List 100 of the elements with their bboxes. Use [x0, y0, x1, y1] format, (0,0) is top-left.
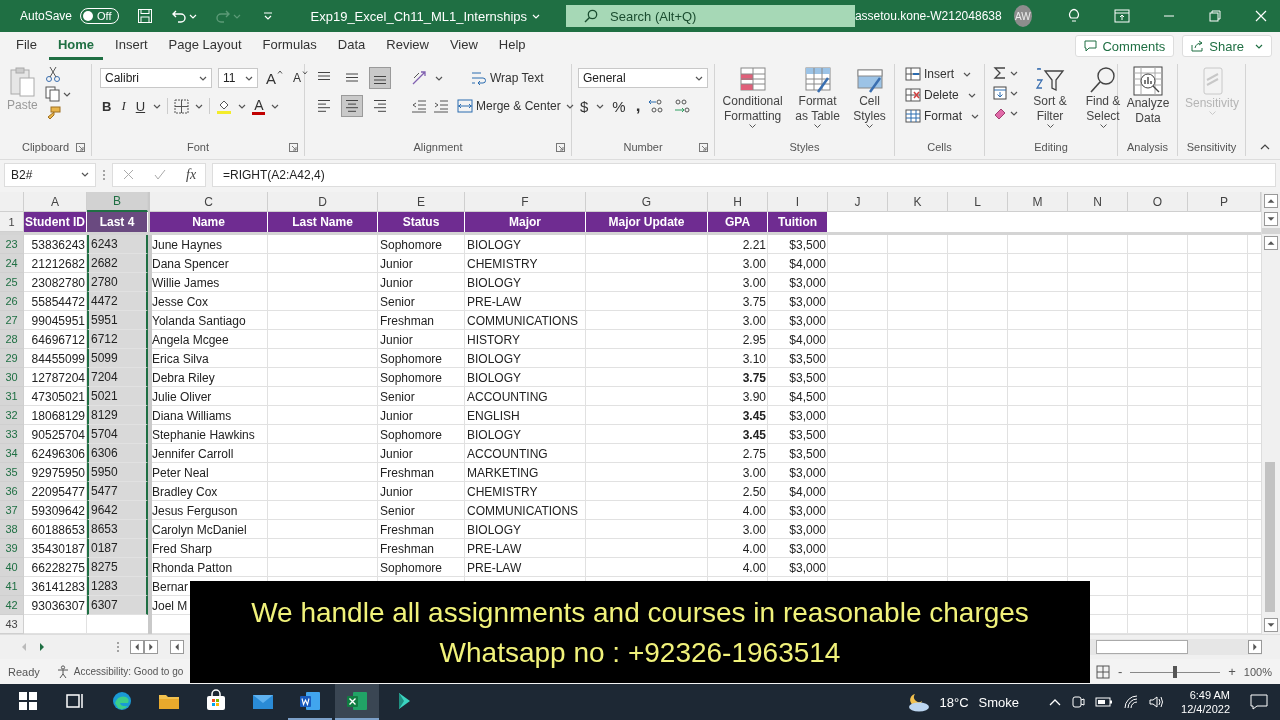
battery-icon[interactable]	[1095, 697, 1114, 707]
accessibility-status[interactable]: Accessibility: Good to go	[73, 666, 184, 677]
merge-center-button[interactable]: Merge & Center	[455, 96, 576, 116]
column-header[interactable]: A	[24, 192, 87, 212]
vertical-scrollbar[interactable]	[1261, 192, 1280, 634]
copy-icon[interactable]	[44, 86, 61, 102]
scroll-right-icon[interactable]	[1248, 640, 1262, 654]
row-header[interactable]: 1	[0, 212, 24, 232]
menu-tab[interactable]: Page Layout	[159, 32, 251, 60]
lightbulb-icon[interactable]	[1066, 8, 1082, 24]
row-header[interactable]: 39	[0, 539, 24, 558]
percent-button[interactable]: %	[610, 97, 628, 115]
accessibility-icon[interactable]	[55, 664, 70, 679]
align-center-button[interactable]	[341, 95, 363, 117]
zoom-thumb[interactable]	[1173, 665, 1178, 678]
column-header[interactable]: L	[948, 192, 1008, 212]
menu-tab[interactable]: Data	[328, 32, 375, 60]
wifi-icon[interactable]	[1123, 695, 1140, 709]
underline-button[interactable]: U	[133, 98, 148, 114]
share-button[interactable]: Share	[1182, 35, 1272, 57]
column-header[interactable]: C	[150, 192, 268, 212]
menu-tab[interactable]: Help	[489, 32, 535, 60]
scroll-right-icon[interactable]	[144, 640, 158, 654]
excel-app-button[interactable]	[335, 684, 379, 720]
scroll-left-icon[interactable]	[130, 640, 144, 654]
row-header[interactable]: 27	[0, 311, 24, 330]
caret-icon[interactable]	[435, 75, 443, 81]
customize-icon[interactable]	[262, 12, 273, 20]
caret-icon[interactable]	[1255, 43, 1263, 49]
insert-cells-button[interactable]: Insert	[903, 64, 981, 84]
zoom-level[interactable]: 100%	[1243, 665, 1272, 678]
caret-icon[interactable]	[1010, 70, 1018, 76]
caret-icon[interactable]	[963, 71, 971, 77]
row-header[interactable]: 43	[0, 615, 24, 634]
insert-function-button[interactable]: fx	[186, 166, 197, 183]
caret-icon[interactable]	[153, 103, 162, 109]
caret-icon[interactable]	[971, 113, 979, 119]
comments-button[interactable]: Comments	[1075, 35, 1175, 57]
decrease-decimal-icon[interactable]	[672, 98, 691, 114]
caret-icon[interactable]	[565, 103, 574, 109]
column-header[interactable]: M	[1008, 192, 1068, 212]
caret-icon[interactable]	[1010, 110, 1018, 116]
ribbon-display-icon[interactable]	[1114, 9, 1130, 23]
dialog-launcher-icon[interactable]	[289, 142, 298, 152]
row-header[interactable]: 29	[0, 349, 24, 368]
menu-tab[interactable]: File	[7, 32, 46, 60]
restore-icon[interactable]	[1208, 9, 1222, 23]
font-name-field[interactable]: Calibri	[100, 68, 212, 88]
menu-tab[interactable]: Formulas	[253, 32, 326, 60]
row-header[interactable]: 31	[0, 387, 24, 406]
delete-cells-button[interactable]: Delete	[903, 85, 981, 105]
scroll-down-icon[interactable]	[1264, 618, 1278, 632]
row-header[interactable]: 35	[0, 463, 24, 482]
close-icon[interactable]	[1254, 9, 1268, 23]
column-header[interactable]: N	[1068, 192, 1128, 212]
scroll-thumb[interactable]	[1265, 462, 1275, 612]
row-header[interactable]: 30	[0, 368, 24, 387]
column-header[interactable]: B	[87, 192, 148, 212]
comma-style-button[interactable]: ,	[633, 96, 643, 116]
dialog-launcher-icon[interactable]	[699, 142, 708, 152]
zoom-slider[interactable]	[1130, 665, 1221, 678]
row-header[interactable]: 41	[0, 577, 24, 596]
column-header[interactable]: E	[378, 192, 465, 212]
page-break-view-icon[interactable]	[1095, 664, 1110, 679]
column-header[interactable]: H	[708, 192, 768, 212]
caret-icon[interactable]	[967, 92, 976, 98]
row-header[interactable]: 36	[0, 482, 24, 501]
currency-button[interactable]: $	[578, 97, 591, 115]
scroll-up-icon[interactable]	[1264, 194, 1278, 208]
font-size-field[interactable]: 11	[218, 68, 258, 88]
save-icon[interactable]	[136, 8, 153, 24]
horizontal-scrollbar[interactable]	[1090, 639, 1262, 655]
borders-icon[interactable]	[174, 98, 190, 114]
meeting-icon[interactable]	[1071, 694, 1086, 710]
row-header[interactable]: 23	[0, 235, 24, 254]
shrink-font-button[interactable]: A	[291, 71, 311, 85]
scroll-up-icon[interactable]	[1264, 236, 1278, 250]
menu-tab[interactable]: Review	[377, 32, 438, 60]
row-header[interactable]: 24	[0, 254, 24, 273]
column-header[interactable]: F	[465, 192, 586, 212]
notifications-icon[interactable]	[1250, 694, 1268, 710]
dialog-launcher-icon[interactable]	[76, 142, 85, 152]
menu-tab[interactable]: View	[440, 32, 487, 60]
column-header[interactable]: J	[828, 192, 888, 212]
caret-icon[interactable]	[195, 103, 204, 109]
sort-filter-button[interactable]: Sort & Filter	[1026, 64, 1074, 130]
format-as-table-button[interactable]: Format as Table	[790, 64, 846, 130]
caret-icon[interactable]	[695, 75, 703, 81]
column-header[interactable]: I	[768, 192, 828, 212]
show-hidden-icons-icon[interactable]	[1049, 698, 1062, 706]
row-header[interactable]: 33	[0, 425, 24, 444]
undo-icon[interactable]	[170, 8, 187, 24]
scroll-down-icon[interactable]	[1264, 212, 1278, 226]
caret-icon[interactable]	[81, 172, 89, 177]
bold-button[interactable]: B	[100, 98, 114, 114]
zoom-in-button[interactable]: +	[1228, 664, 1236, 679]
align-bottom-button[interactable]	[369, 67, 391, 89]
column-header[interactable]: K	[888, 192, 948, 212]
search-field[interactable]: Search (Alt+Q)	[566, 5, 855, 27]
row-header[interactable]: 25	[0, 273, 24, 292]
